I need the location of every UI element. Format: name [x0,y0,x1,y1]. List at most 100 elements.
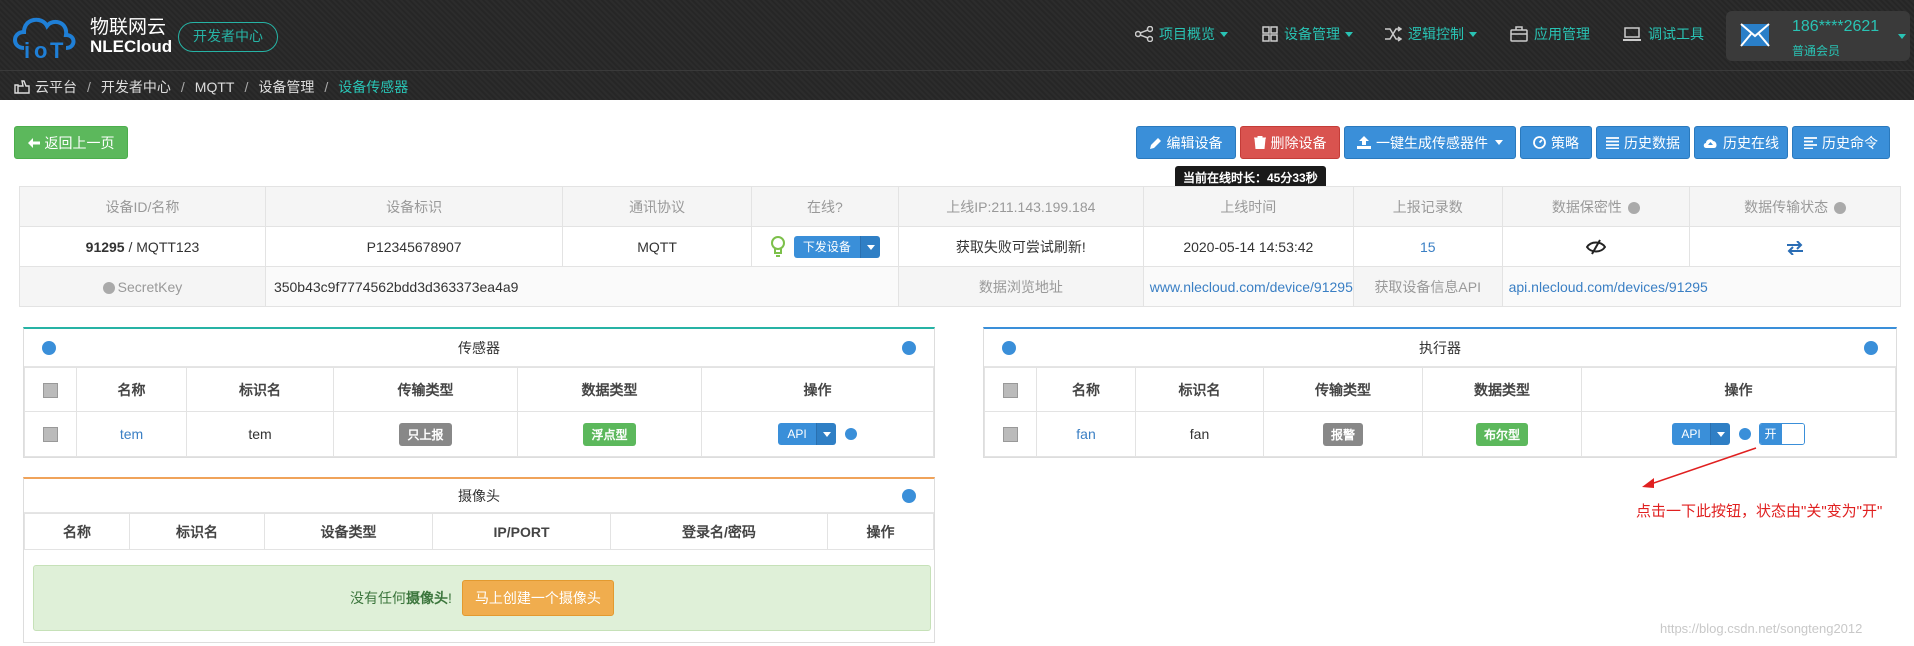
actuator-table: 名称 标识名 传输类型 数据类型 操作 fan fan 报警 布尔型 API 开 [984,367,1896,457]
column-header: 名称 [76,367,187,412]
nav-project-overview[interactable]: 项目概览 [1135,24,1228,44]
trash-icon [1253,136,1266,149]
breadcrumb-item[interactable]: 设备管理 [258,77,314,97]
nav-label: 逻辑控制 [1408,26,1464,42]
pencil-icon [1149,137,1161,149]
history-online-label: 历史在线 [1723,134,1779,151]
row-select-cell [984,411,1037,457]
api-dropdown[interactable]: API [1672,423,1730,445]
lightbulb-icon [770,235,785,257]
device-tag: P12345678907 [264,226,564,267]
delete-device-label: 删除设备 [1270,134,1327,151]
actions-cell: API [701,411,934,457]
user-phone: 186****2621 [1792,18,1880,35]
ip-status: 获取失败可尝试刷新! [897,226,1144,267]
column-header: 操作 [701,367,934,412]
back-button-label: 返回上一页 [44,134,115,151]
edit-device-button[interactable]: 编辑设备 [1136,126,1236,159]
camera-panel-title: 摄像头 [458,488,500,504]
generate-sensors-button[interactable]: 一键生成传感器件 [1344,126,1516,159]
close-circle-icon[interactable] [1738,428,1751,440]
secretkey-value: 350b43c9f7774562bdd3d363373ea4a9 [264,266,899,307]
eye-slash-icon[interactable] [1585,239,1607,255]
table-row: tem tem 只上报 浮点型 API [24,411,934,457]
api-url-cell: api.nlecloud.com/devices/91295 [1501,266,1902,307]
nlecloud-logo[interactable]: i o T [10,8,92,62]
back-button[interactable]: 返回上一页 [14,126,128,159]
breadcrumb-bar: 云平台 / 开发者中心 / MQTT / 设备管理 / 设备传感器 [0,70,1914,100]
collapse-icon[interactable] [1002,341,1016,355]
transfer-cell: 只上报 [333,411,518,457]
column-header: 登录名/密码 [610,513,828,550]
collapse-icon[interactable] [42,341,56,355]
table-header-row: 名称 标识名 传输类型 数据类型 操作 [984,367,1896,412]
api-url-link[interactable]: api.nlecloud.com/devices/91295 [1509,279,1708,295]
close-circle-icon[interactable] [844,428,857,440]
exchange-icon[interactable] [1786,239,1804,256]
chevron-down-icon [1345,31,1353,37]
user-menu[interactable]: 186****2621 普通会员 [1726,11,1910,61]
row-checkbox[interactable] [1003,427,1018,443]
row-checkbox[interactable] [43,427,58,443]
breadcrumb-item[interactable]: 云平台 [35,77,77,97]
nav-device-management[interactable]: 设备管理 [1262,24,1353,44]
online-time: 2020-05-14 14:53:42 [1142,226,1354,267]
history-data-button[interactable]: 历史数据 [1596,126,1690,159]
actuator-panel-header: 执行器 [984,329,1896,367]
data-type-badge: 布尔型 [1475,422,1528,446]
history-command-button[interactable]: 历史命令 [1792,126,1890,159]
column-header: 数据传输状态 [1689,186,1901,227]
api-dropdown[interactable]: API [778,423,836,445]
actuator-name-link[interactable]: fan [1076,426,1095,442]
delete-device-button[interactable]: 删除设备 [1240,126,1340,159]
column-header: 数据类型 [1422,367,1582,412]
select-all-cell [24,367,77,412]
report-count-cell: 15 [1352,226,1503,267]
help-icon[interactable] [1834,201,1846,214]
sensor-panel: 传感器 名称 标识名 传输类型 数据类型 操作 tem tem 只上报 浮点型 … [23,327,935,458]
breadcrumb: 云平台 / 开发者中心 / MQTT / 设备管理 / 设备传感器 [14,77,408,97]
mail-icon [1740,23,1770,47]
column-header: 标识名 [186,367,334,412]
actuator-switch-toggle[interactable]: 开 [1758,423,1805,445]
developer-center-badge[interactable]: 开发者中心 [178,22,278,52]
row-select-cell [24,411,77,457]
browse-url-link[interactable]: www.nlecloud.com/device/91295 [1150,279,1353,295]
align-left-icon [1804,136,1817,149]
svg-text:T: T [50,38,64,62]
help-icon[interactable] [1627,201,1640,214]
strategy-button[interactable]: 策略 [1520,126,1592,159]
nav-label: 应用管理 [1534,26,1590,42]
column-header: 标识名 [129,513,265,550]
nav-logic-control[interactable]: 逻辑控制 [1384,24,1477,44]
nav-label: 项目概览 [1159,26,1215,42]
add-actuator-icon[interactable] [1864,341,1878,355]
select-all-checkbox[interactable] [43,382,58,398]
laptop-icon [1623,27,1641,41]
column-header: 传输类型 [333,367,518,412]
device-id: 91295 [85,238,125,255]
device-id-cell: 91295 / MQTT123 [19,226,266,267]
add-camera-icon[interactable] [902,489,916,503]
nav-app-management[interactable]: 应用管理 [1510,24,1590,44]
nav-debug-tools[interactable]: 调试工具 [1622,24,1704,44]
send-device-dropdown[interactable]: 下发设备 [793,235,880,258]
upload-icon [1357,136,1371,149]
report-count-link[interactable]: 15 [1420,239,1436,255]
breadcrumb-item[interactable]: 开发者中心 [101,77,171,97]
secretkey-label-cell: SecretKey [19,266,266,307]
help-icon[interactable] [102,281,115,294]
create-camera-button[interactable]: 马上创建一个摄像头 [461,580,614,616]
empty-camera-alert: 没有任何摄像头! 马上创建一个摄像头 [33,565,931,631]
add-sensor-icon[interactable] [902,341,916,355]
sensor-name-link[interactable]: tem [120,426,143,442]
camera-panel: 摄像头 名称 标识名 设备类型 IP/PORT 登录名/密码 操作 没有任何摄像… [23,477,935,643]
device-info-table: 设备ID/名称 设备标识 通讯协议 在线? 上线IP:211.143.199.1… [19,186,1902,307]
select-all-checkbox[interactable] [1003,382,1018,398]
history-online-button[interactable]: 历史在线 [1694,126,1788,159]
breadcrumb-item[interactable]: MQTT [195,79,235,95]
camera-table: 名称 标识名 设备类型 IP/PORT 登录名/密码 操作 [24,513,934,550]
sensor-ident: tem [186,411,334,457]
list-icon [1606,136,1619,149]
dtype-cell: 浮点型 [517,411,702,457]
